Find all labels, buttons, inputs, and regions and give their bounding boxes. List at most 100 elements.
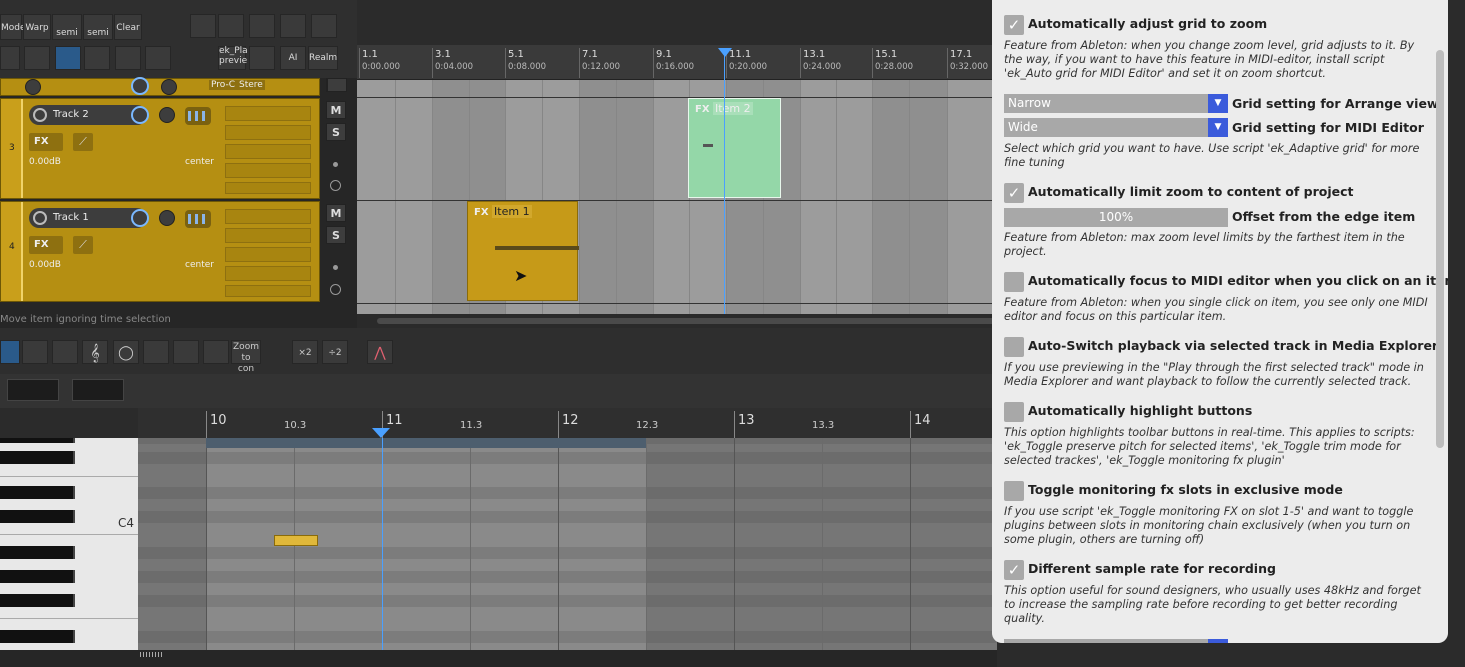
semi-up-button[interactable]: semi <box>83 14 113 40</box>
track-top-partial[interactable]: Pro-C Stere <box>0 77 320 96</box>
chevron-down-icon[interactable]: ▼ <box>1208 118 1228 137</box>
volume-knob[interactable] <box>131 77 149 95</box>
black-key[interactable] <box>0 546 75 559</box>
split-icon[interactable] <box>280 14 306 38</box>
chevron-down-icon[interactable]: ▼ <box>1208 94 1228 113</box>
arrange-view[interactable]: FX Item 2 FX Item 1 ➤ <box>357 80 997 315</box>
footsteps-icon[interactable] <box>143 340 169 364</box>
pan-knob[interactable] <box>161 79 177 95</box>
time-selection-band[interactable] <box>206 438 646 448</box>
grid-export-icon[interactable] <box>115 46 141 70</box>
fx-slot[interactable] <box>225 247 311 262</box>
timeline-ruler[interactable]: 1.1 0:00.000 3.1 0:04.000 5.1 0:08.000 7.1 0… <box>357 45 997 80</box>
record-dot-icon[interactable] <box>333 265 338 270</box>
black-key[interactable] <box>0 510 75 523</box>
node-icon[interactable] <box>55 46 81 70</box>
midi-note-grid[interactable] <box>138 438 997 650</box>
waveform-icon[interactable] <box>249 14 275 38</box>
black-key[interactable] <box>0 451 75 464</box>
midi-item-2[interactable]: FX Item 2 <box>688 98 781 198</box>
focus-midi-checkbox[interactable] <box>1004 272 1024 292</box>
ek-play-preview-button[interactable]: ek_Pla previe <box>218 46 248 70</box>
track-name[interactable]: Track 1 <box>29 208 147 228</box>
quantize-icon[interactable]: ◯ <box>113 340 139 364</box>
envelope-curve-icon[interactable]: ⋀ <box>367 340 393 364</box>
black-key[interactable] <box>0 438 75 443</box>
auto-switch-playback-checkbox[interactable] <box>1004 337 1024 357</box>
envelope-icon[interactable]: ⟋ <box>73 133 93 151</box>
fx-slot[interactable] <box>225 285 311 297</box>
envelope-icon[interactable]: ⟋ <box>73 236 93 254</box>
globe-icon[interactable] <box>24 46 50 70</box>
ai-button[interactable]: AI <box>280 46 306 70</box>
record-arm-icon[interactable] <box>25 79 41 95</box>
gears-icon[interactable] <box>84 46 110 70</box>
limit-zoom-checkbox[interactable]: ✓ <box>1004 183 1024 203</box>
item-fx-badge[interactable]: FX <box>695 104 710 115</box>
track-name[interactable]: Track 2 <box>29 105 147 125</box>
highlight-buttons-checkbox[interactable] <box>1004 402 1024 422</box>
fx-button[interactable]: FX <box>29 236 63 254</box>
view-mode-list-icon[interactable] <box>0 340 20 364</box>
midi-playhead-marker-icon[interactable] <box>372 428 390 438</box>
view-mode-rows-icon[interactable] <box>22 340 48 364</box>
book-icon[interactable] <box>145 46 171 70</box>
param-box[interactable] <box>72 379 124 401</box>
midi-note[interactable] <box>274 535 318 546</box>
mute-button[interactable]: M <box>326 101 346 119</box>
zoom-to-content-button[interactable]: Zoom to con <box>231 340 261 374</box>
black-key[interactable] <box>0 486 75 499</box>
playhead-marker-icon[interactable] <box>718 48 732 57</box>
grid-midi-select[interactable]: Wide ▼ <box>1004 118 1228 137</box>
fx-button[interactable]: FX <box>29 133 63 151</box>
semi-down-button[interactable]: semi <box>52 14 82 40</box>
auto-grid-zoom-checkbox[interactable]: ✓ <box>1004 15 1024 35</box>
mute-button[interactable]: M <box>326 204 346 222</box>
record-dot-icon[interactable] <box>333 162 338 167</box>
volume-knob[interactable] <box>131 209 149 227</box>
meter-button[interactable] <box>185 107 211 125</box>
volume-knob[interactable] <box>131 106 149 124</box>
grid-arrange-select[interactable]: Narrow ▼ <box>1004 94 1228 113</box>
offset-slider[interactable]: 100% <box>1004 208 1228 227</box>
info-wave-icon[interactable] <box>311 14 337 38</box>
treble-clef-icon[interactable]: 𝄞 <box>82 340 108 364</box>
plugin-slot[interactable]: Stere <box>237 80 265 90</box>
eye-icon[interactable] <box>0 46 20 70</box>
realm-button[interactable]: Realm <box>308 46 338 70</box>
midi-playhead[interactable] <box>382 438 383 667</box>
settings-scrollbar[interactable] <box>1436 50 1444 448</box>
fx-slot[interactable] <box>225 228 311 243</box>
headphones-icon[interactable] <box>173 340 199 364</box>
chevron-down-icon[interactable] <box>1208 639 1228 643</box>
fx-slot[interactable] <box>225 163 311 178</box>
solo-button[interactable] <box>327 78 347 92</box>
pan-knob[interactable] <box>159 107 175 123</box>
black-key[interactable] <box>0 594 75 607</box>
midi-item-1[interactable]: FX Item 1 ➤ <box>467 201 579 301</box>
fx-slot[interactable] <box>225 266 311 281</box>
track-2[interactable]: 3 Track 2 FX ⟋ 0.00dB center <box>0 98 320 199</box>
track-1[interactable]: 4 Track 1 FX ⟋ 0.00dB center <box>0 201 320 302</box>
mode-button[interactable]: Mode <box>0 14 26 40</box>
star-burst-icon[interactable] <box>249 46 275 70</box>
scroll-thumb[interactable] <box>377 318 997 324</box>
solo-button[interactable]: S <box>326 226 346 244</box>
sample-rate-checkbox[interactable]: ✓ <box>1004 560 1024 580</box>
view-mode-grid-icon[interactable] <box>52 340 78 364</box>
clear-button[interactable]: Clear <box>114 14 142 40</box>
plugin-slot[interactable]: Pro-C <box>209 80 237 90</box>
fx-slot[interactable] <box>225 125 311 140</box>
disable-icon[interactable] <box>330 180 341 191</box>
solo-button[interactable]: S <box>326 123 346 141</box>
loop-icon[interactable] <box>218 14 244 38</box>
black-key[interactable] <box>0 570 75 583</box>
midi-ruler[interactable]: 10 10.3 11 11.3 12 12.3 13 13.3 14 <box>138 408 997 438</box>
fx-slot[interactable] <box>225 144 311 159</box>
partial-select[interactable] <box>1004 639 1228 643</box>
piano-keyboard[interactable]: C4 <box>0 438 138 650</box>
monitoring-exclusive-checkbox[interactable] <box>1004 481 1024 501</box>
meter-button[interactable] <box>185 210 211 228</box>
fx-slot[interactable] <box>225 209 311 224</box>
playhead[interactable] <box>724 50 725 315</box>
